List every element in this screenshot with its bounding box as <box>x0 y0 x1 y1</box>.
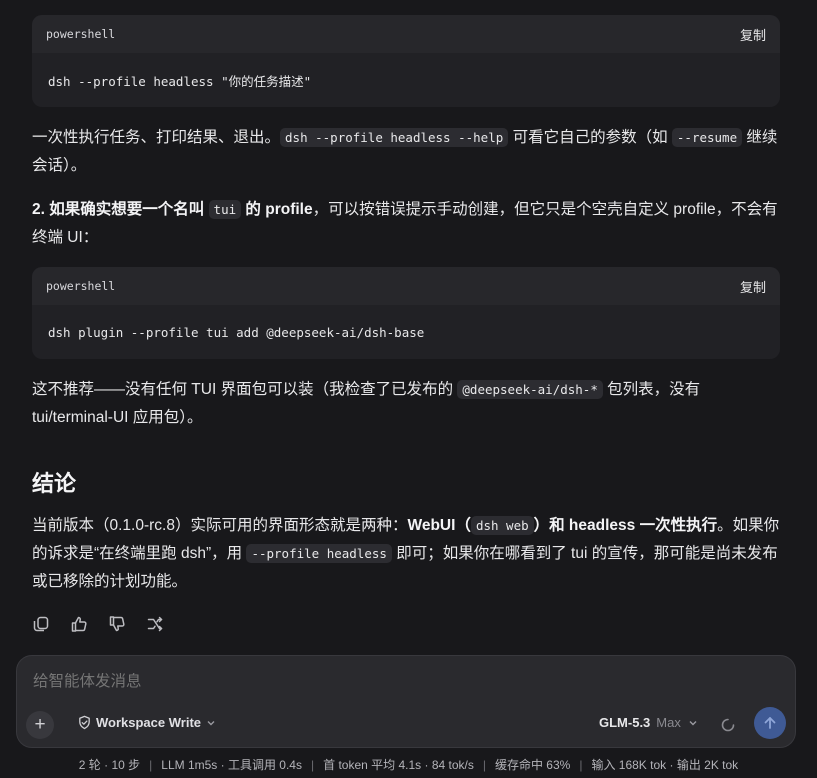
paragraph: 一次性执行任务、打印结果、退出。 dsh --profile headless -… <box>32 124 784 180</box>
paragraph: 这不推荐——没有任何 TUI 界面包可以装（我检查了已发布的 @deepseek… <box>32 376 784 432</box>
message-actions <box>32 615 164 633</box>
loading-spinner-icon <box>721 718 735 732</box>
copy-code-button[interactable]: 复制 <box>740 25 766 44</box>
arrow-up-icon <box>764 717 776 729</box>
model-tier: Max <box>656 715 681 730</box>
code-block: powershell 复制 dsh --profile headless "你的… <box>32 15 780 107</box>
paragraph-text: 这不推荐——没有任何 TUI 界面包可以装（我检查了已发布的 <box>32 381 458 398</box>
paragraph: 当前版本（0.1.0-rc.8）实际可用的界面形态就是两种：WebUI（ dsh … <box>32 512 784 596</box>
inline-code: @deepseek-ai/dsh-* <box>457 380 603 399</box>
token-usage: 输入 168K tok · 输出 2K tok <box>591 758 739 772</box>
permission-mode-selector[interactable]: Workspace Write <box>77 715 217 730</box>
code-language-label: powershell <box>46 27 116 41</box>
model-selector[interactable]: GLM-5.3 Max <box>599 715 699 730</box>
token-speed: 首 token 平均 4.1s · 84 tok/s <box>323 758 474 772</box>
code-content: dsh plugin --profile tui add @deepseek-a… <box>48 324 425 340</box>
inline-code: --profile headless <box>246 544 392 563</box>
inline-code: --resume <box>671 128 743 147</box>
separator: | <box>482 758 486 772</box>
code-block-header: powershell 复制 <box>32 267 780 305</box>
message-input[interactable] <box>33 673 733 691</box>
shield-check-icon <box>79 715 90 730</box>
section-heading: 结论 <box>32 471 77 496</box>
chevron-down-icon <box>207 720 215 725</box>
inline-code: tui <box>208 200 242 219</box>
permission-mode-label: Workspace Write <box>96 715 202 730</box>
separator: | <box>579 758 583 772</box>
inline-code: dsh --profile headless --help <box>280 128 509 147</box>
paragraph: 2. 如果确实想要一个名叫 tui 的 profile，可以按错误提示手动创建，… <box>32 196 784 252</box>
send-button[interactable] <box>754 707 786 739</box>
plus-icon: + <box>34 714 46 735</box>
thumbs-down-icon[interactable] <box>108 615 126 633</box>
copy-icon[interactable] <box>32 615 50 633</box>
cache-hit-rate: 缓存命中 63% <box>494 758 571 772</box>
model-name: GLM-5.3 <box>599 715 651 730</box>
separator: | <box>149 758 153 772</box>
retry-icon[interactable] <box>146 615 164 633</box>
code-content: dsh --profile headless "你的任务描述" <box>48 73 312 89</box>
copy-code-button[interactable]: 复制 <box>740 277 766 296</box>
code-block-header: powershell 复制 <box>32 15 780 53</box>
paragraph-text: 一次性执行任务、打印结果、退出。 <box>32 129 281 146</box>
bold-text: 的 profile <box>241 201 313 218</box>
turn-count: 2 轮 · 10 步 <box>78 758 141 772</box>
chevron-down-icon <box>689 720 697 725</box>
paragraph-text: 当前版本（0.1.0-rc.8）实际可用的界面形态就是两种： <box>32 517 408 534</box>
status-bar: 2 轮 · 10 步 | LLM 1m5s · 工具调用 0.4s | 首 token … <box>0 756 817 773</box>
add-attachment-button[interactable]: + <box>26 711 54 739</box>
message-composer: + Workspace Write GLM-5.3 Max <box>16 655 796 748</box>
inline-code: dsh web <box>470 516 534 535</box>
bold-text: 2. 如果确实想要一个名叫 <box>32 201 209 218</box>
code-block: powershell 复制 dsh plugin --profile tui a… <box>32 267 780 359</box>
llm-timing: LLM 1m5s · 工具调用 0.4s <box>161 758 302 772</box>
code-language-label: powershell <box>46 279 116 293</box>
bold-text: WebUI（ <box>407 517 471 534</box>
separator: | <box>310 758 315 772</box>
thumbs-up-icon[interactable] <box>70 615 88 633</box>
bold-text: ）和 headless 一次性执行 <box>533 517 718 534</box>
paragraph-text: 可看它自己的参数（如 <box>508 129 672 146</box>
